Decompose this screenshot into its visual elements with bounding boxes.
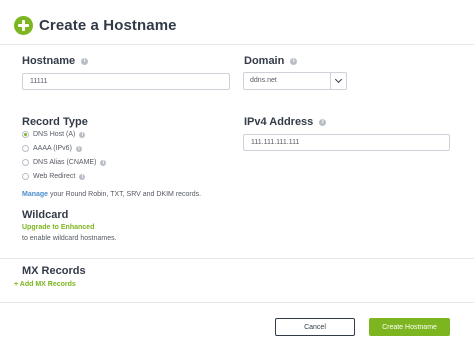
info-icon[interactable]: i <box>100 159 107 166</box>
manage-link[interactable]: Manage <box>22 191 48 198</box>
domain-select-value: ddns.net <box>250 77 277 84</box>
radio-option-dns-host[interactable]: DNS Host (A) i <box>22 131 86 138</box>
hostname-input[interactable] <box>22 73 230 90</box>
ipv4-input[interactable] <box>243 134 450 151</box>
cancel-button[interactable]: Cancel <box>275 318 355 336</box>
create-hostname-button[interactable]: Create Hostname <box>369 318 450 336</box>
header-divider <box>0 44 474 45</box>
wildcard-note: to enable wildcard hostnames. <box>22 235 117 242</box>
manage-note: Manage your Round Robin, TXT, SRV and DK… <box>22 191 202 198</box>
mx-records-label: MX Records <box>22 265 86 277</box>
radio-button[interactable] <box>22 159 29 166</box>
info-icon[interactable]: i <box>79 131 86 138</box>
plus-circle-icon <box>14 15 33 35</box>
radio-button[interactable] <box>22 173 29 180</box>
domain-select[interactable]: ddns.net <box>243 72 347 90</box>
radio-button[interactable] <box>22 145 29 152</box>
page-header: Create a Hostname <box>14 12 177 38</box>
page-title: Create a Hostname <box>39 16 177 34</box>
radio-option-aaaa[interactable]: AAAA (IPv6) i <box>22 145 82 152</box>
chevron-down-icon[interactable] <box>330 73 346 89</box>
domain-label: Domain i <box>244 55 298 67</box>
radio-button[interactable] <box>22 131 29 138</box>
info-icon[interactable]: i <box>319 118 327 126</box>
radio-option-web-redirect[interactable]: Web Redirect i <box>22 173 86 180</box>
record-type-label: Record Type <box>22 116 88 128</box>
section-divider <box>0 258 474 259</box>
ipv4-label: IPv4 Address i <box>244 116 327 128</box>
info-icon[interactable]: i <box>290 57 298 65</box>
upgrade-link[interactable]: Upgrade to Enhanced <box>22 224 94 231</box>
radio-option-dns-alias[interactable]: DNS Alias (CNAME) i <box>22 159 107 166</box>
info-icon[interactable]: i <box>75 145 82 152</box>
info-icon[interactable]: i <box>81 57 89 65</box>
hostname-label: Hostname i <box>22 55 89 67</box>
info-icon[interactable]: i <box>79 173 86 180</box>
add-mx-records-link[interactable]: + Add MX Records <box>14 281 76 288</box>
wildcard-label: Wildcard <box>22 209 69 221</box>
footer-divider <box>0 302 474 303</box>
